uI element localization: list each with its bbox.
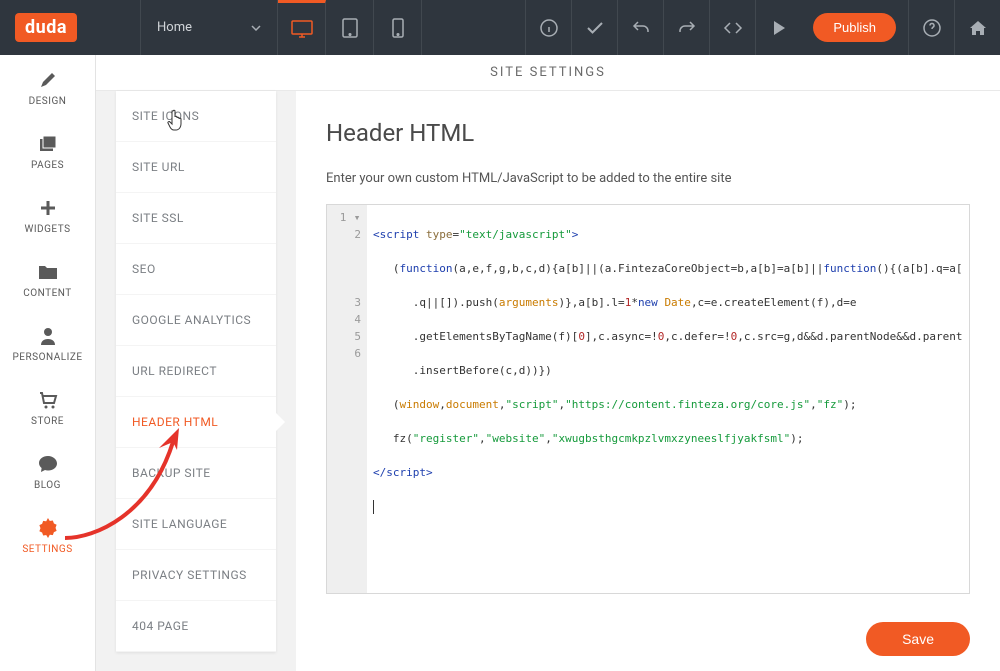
rail-label: BLOG: [34, 480, 61, 491]
device-tabs: [278, 0, 422, 55]
gear-icon: [38, 518, 58, 538]
header-html-panel: Header HTML Enter your own custom HTML/J…: [296, 91, 1000, 671]
redo-button[interactable]: [663, 0, 709, 55]
rail-item-blog[interactable]: BLOG: [0, 439, 95, 503]
brand-logo: duda: [0, 0, 140, 55]
subnav-site-url[interactable]: SITE URL: [116, 142, 276, 193]
subnav-site-language[interactable]: SITE LANGUAGE: [116, 499, 276, 550]
device-mobile-tab[interactable]: [374, 0, 422, 55]
help-icon: [923, 19, 941, 37]
devmode-button[interactable]: [709, 0, 755, 55]
panel-description: Enter your own custom HTML/JavaScript to…: [326, 171, 970, 186]
stage-title: SITE SETTINGS: [490, 65, 606, 80]
rail-item-store[interactable]: STORE: [0, 375, 95, 439]
subnav-seo[interactable]: SEO: [116, 244, 276, 295]
plus-icon: [39, 199, 57, 217]
cart-icon: [38, 391, 58, 409]
subnav-header-html[interactable]: HEADER HTML: [116, 397, 276, 448]
person-icon: [40, 327, 56, 345]
subnav-404-page[interactable]: 404 PAGE: [116, 601, 276, 652]
preview-button[interactable]: [755, 0, 801, 55]
topbar-actions: Publish: [525, 0, 1000, 55]
done-button[interactable]: [571, 0, 617, 55]
code-icon: [723, 21, 743, 35]
chat-icon: [38, 455, 58, 473]
home-button[interactable]: [954, 0, 1000, 55]
redo-icon: [678, 20, 696, 36]
help-button[interactable]: [908, 0, 954, 55]
editor-gutter: 1 ▾ 2 3 4 5 6: [327, 205, 367, 593]
tablet-icon: [342, 18, 358, 38]
subnav-site-ssl[interactable]: SITE SSL: [116, 193, 276, 244]
rail-label: CONTENT: [23, 288, 72, 299]
play-icon: [772, 20, 786, 36]
rail-item-personalize[interactable]: PERSONALIZE: [0, 311, 95, 375]
top-bar: duda Home Pub: [0, 0, 1000, 55]
rail-item-widgets[interactable]: WIDGETS: [0, 183, 95, 247]
subnav-google-analytics[interactable]: GOOGLE ANALYTICS: [116, 295, 276, 346]
stage: SITE SETTINGS SITE ICONS SITE URL SITE S…: [96, 55, 1000, 671]
mobile-icon: [392, 18, 404, 38]
subnav-privacy-settings[interactable]: PRIVACY SETTINGS: [116, 550, 276, 601]
rail-label: SETTINGS: [22, 544, 72, 555]
device-tablet-tab[interactable]: [326, 0, 374, 55]
undo-button[interactable]: [617, 0, 663, 55]
stage-header: SITE SETTINGS: [96, 55, 1000, 91]
check-icon: [586, 21, 604, 35]
code-close-tag-b: ipt>: [406, 466, 433, 479]
left-rail: DESIGN PAGES WIDGETS CONTENT PERSONALIZE…: [0, 55, 96, 671]
pages-icon: [38, 135, 58, 153]
editor-content[interactable]: <script type="text/javascript"> (functio…: [367, 205, 969, 593]
chevron-down-icon: [251, 25, 261, 31]
rail-label: DESIGN: [29, 96, 67, 107]
rail-label: PERSONALIZE: [13, 352, 83, 363]
brush-icon: [38, 70, 58, 90]
rail-item-pages[interactable]: PAGES: [0, 119, 95, 183]
subnav-backup-site[interactable]: BACKUP SITE: [116, 448, 276, 499]
info-icon: [540, 19, 558, 37]
rail-label: STORE: [31, 416, 64, 427]
panel-title: Header HTML: [326, 119, 970, 147]
subnav-url-redirect[interactable]: URL REDIRECT: [116, 346, 276, 397]
rail-item-content[interactable]: CONTENT: [0, 247, 95, 311]
publish-button[interactable]: Publish: [813, 13, 896, 42]
device-desktop-tab[interactable]: [278, 0, 326, 55]
save-button[interactable]: Save: [866, 622, 970, 656]
folder-icon: [38, 264, 58, 280]
settings-subnav: SITE ICONS SITE URL SITE SSL SEO GOOGLE …: [116, 91, 276, 652]
home-icon: [969, 20, 987, 36]
subnav-site-icons[interactable]: SITE ICONS: [116, 91, 276, 142]
page-selector[interactable]: Home: [140, 0, 278, 55]
rail-item-design[interactable]: DESIGN: [0, 55, 95, 119]
brand-logo-text: duda: [15, 13, 77, 42]
code-editor[interactable]: 1 ▾ 2 3 4 5 6 <script type="text/javascr…: [326, 204, 970, 594]
rail-label: PAGES: [31, 160, 64, 171]
page-selector-label: Home: [157, 20, 192, 35]
rail-item-settings[interactable]: SETTINGS: [0, 503, 95, 567]
desktop-icon: [291, 20, 313, 38]
code-close-tag-a: </scr: [373, 466, 406, 479]
info-button[interactable]: [525, 0, 571, 55]
rail-label: WIDGETS: [24, 224, 70, 235]
undo-icon: [632, 20, 650, 36]
